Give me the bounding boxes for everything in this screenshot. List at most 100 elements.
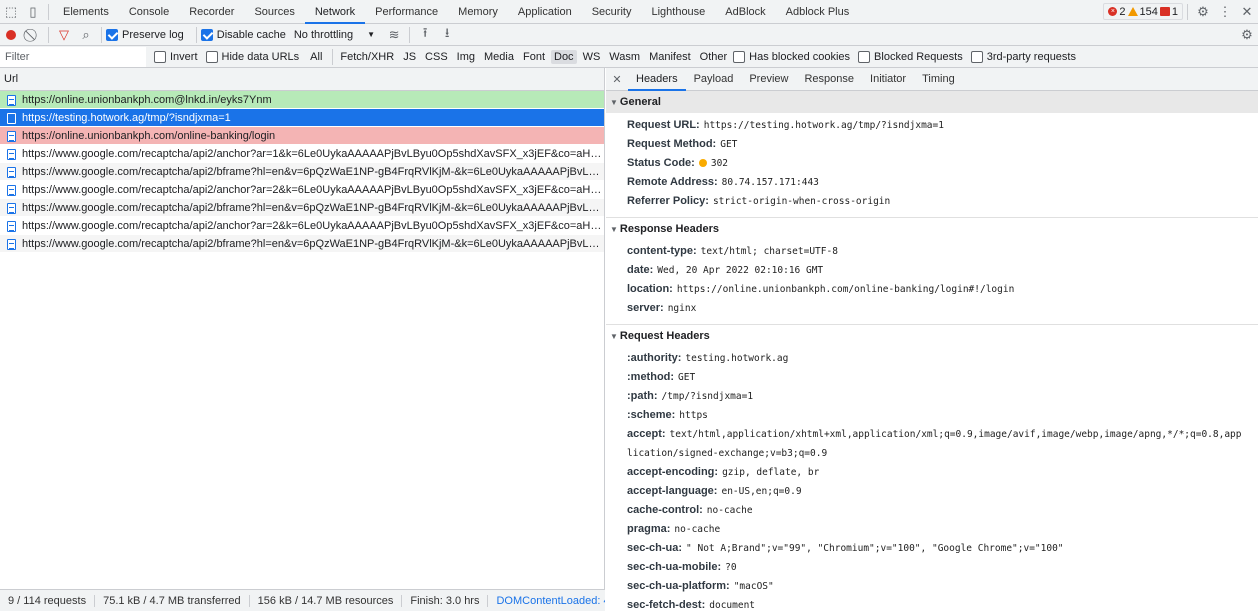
document-icon	[7, 185, 16, 196]
third-party-requests-checkbox[interactable]: 3rd-party requests	[970, 50, 1076, 63]
has-blocked-cookies-label: Has blocked cookies	[749, 50, 851, 63]
clear-icon[interactable]: ⃠	[22, 24, 44, 46]
tab-sources[interactable]: Sources	[244, 0, 304, 24]
tab-security[interactable]: Security	[582, 0, 642, 24]
section-general-header[interactable]: ▼ General	[606, 91, 1258, 113]
request-row[interactable]: https://www.google.com/recaptcha/api2/an…	[0, 181, 604, 199]
header-value: https://online.unionbankph.com/online-ba…	[676, 284, 1015, 295]
column-header-url[interactable]: Url	[0, 68, 604, 91]
header-value: "macOS"	[733, 581, 774, 592]
tab-performance[interactable]: Performance	[365, 0, 448, 24]
header-value: ?0	[725, 562, 737, 573]
network-conditions-icon[interactable]: ≋	[383, 24, 405, 46]
filter-type-media[interactable]: Media	[481, 50, 517, 64]
close-icon[interactable]: ✕	[1236, 1, 1258, 23]
request-row[interactable]: https://www.google.com/recaptcha/api2/an…	[0, 217, 604, 235]
request-row[interactable]: https://testing.hotwork.ag/tmp/?isndjxma…	[0, 109, 604, 127]
invert-checkbox[interactable]: Invert	[154, 50, 198, 63]
section-request-headers-header[interactable]: ▼ Request Headers	[606, 324, 1258, 346]
request-row[interactable]: https://www.google.com/recaptcha/api2/bf…	[0, 199, 604, 217]
gear-icon[interactable]: ⚙	[1192, 1, 1214, 23]
section-request-headers: :authority: testing.hotwork.ag :method: GE…	[606, 346, 1258, 611]
header-value: testing.hotwork.ag	[685, 353, 789, 364]
error-icon: ×	[1108, 7, 1118, 16]
filter-type-img[interactable]: Img	[454, 50, 478, 64]
tab-console[interactable]: Console	[119, 0, 179, 24]
document-icon	[7, 221, 16, 232]
section-title: General	[619, 96, 661, 108]
export-har-icon[interactable]: ⭳	[436, 24, 458, 46]
preserve-log-checkbox[interactable]: Preserve log	[106, 28, 184, 41]
hide-data-urls-checkbox[interactable]: Hide data URLs	[205, 50, 299, 63]
search-icon[interactable]: ⌕	[75, 24, 97, 46]
disable-cache-label: Disable cache	[216, 28, 286, 41]
device-toolbar-icon[interactable]: ▯	[22, 1, 44, 23]
tab-adblock[interactable]: AdBlock	[715, 0, 775, 24]
tab-application[interactable]: Application	[508, 0, 582, 24]
tab-timing[interactable]: Timing	[914, 68, 963, 91]
header-key: sec-fetch-dest:	[627, 599, 706, 611]
tab-initiator[interactable]: Initiator	[862, 68, 914, 91]
filter-type-manifest[interactable]: Manifest	[646, 50, 694, 64]
tab-preview[interactable]: Preview	[741, 68, 796, 91]
filter-type-other[interactable]: Other	[697, 50, 731, 64]
request-row[interactable]: https://www.google.com/recaptcha/api2/bf…	[0, 235, 604, 253]
filter-type-wasm[interactable]: Wasm	[606, 50, 643, 64]
issues-counter[interactable]: × 2 154 1	[1103, 3, 1183, 20]
tab-elements[interactable]: Elements	[53, 0, 119, 24]
filter-type-all[interactable]: All	[307, 50, 325, 64]
tab-adblock-plus[interactable]: Adblock Plus	[776, 0, 860, 24]
filter-icon[interactable]: ▽	[53, 24, 75, 46]
request-row[interactable]: https://www.google.com/recaptcha/api2/an…	[0, 145, 604, 163]
filter-type-font[interactable]: Font	[520, 50, 548, 64]
filter-type-doc[interactable]: Doc	[551, 49, 577, 64]
throttling-select[interactable]: No throttling ▼	[294, 29, 375, 41]
record-icon[interactable]	[0, 24, 22, 46]
document-icon	[7, 167, 16, 178]
request-row[interactable]: https://online.unionbankph.com@lnkd.in/e…	[0, 91, 604, 109]
import-har-icon[interactable]: ⭱	[414, 24, 436, 46]
has-blocked-cookies-checkbox[interactable]: Has blocked cookies	[733, 50, 851, 63]
close-icon[interactable]: ✕	[606, 68, 628, 90]
header-row: pragma: no-cache	[606, 520, 1258, 539]
filter-input[interactable]	[0, 46, 146, 67]
blocked-requests-checkbox[interactable]: Blocked Requests	[858, 50, 963, 63]
checkbox-icon	[106, 28, 118, 41]
document-icon	[7, 131, 16, 142]
request-row[interactable]: https://www.google.com/recaptcha/api2/bf…	[0, 163, 604, 181]
header-value: nginx	[667, 303, 697, 314]
request-row[interactable]: https://online.unionbankph.com/online-ba…	[0, 127, 604, 145]
tab-headers[interactable]: Headers	[628, 68, 686, 91]
status-transferred: 75.1 kB / 4.7 MB transferred	[95, 594, 250, 607]
request-url: https://www.google.com/recaptcha/api2/an…	[22, 184, 604, 196]
filter-type-js[interactable]: JS	[400, 50, 419, 64]
inspect-element-icon[interactable]: ⬚	[0, 1, 22, 23]
detail-tabbar: ✕ Headers Payload Preview Response Initi…	[606, 68, 1258, 91]
separator	[48, 26, 49, 43]
document-icon	[7, 203, 16, 214]
filter-type-fetch-xhr[interactable]: Fetch/XHR	[337, 50, 397, 64]
header-row: content-type: text/html; charset=UTF-8	[606, 242, 1258, 261]
tab-memory[interactable]: Memory	[448, 0, 508, 24]
header-value: strict-origin-when-cross-origin	[712, 196, 891, 207]
section-general: Request URL: https://testing.hotwork.ag/t…	[606, 113, 1258, 217]
blocked-requests-label: Blocked Requests	[874, 50, 963, 63]
filter-type-ws[interactable]: WS	[580, 50, 604, 64]
filter-type-css[interactable]: CSS	[422, 50, 451, 64]
header-row: :scheme: https	[606, 406, 1258, 425]
status-request-count: 9 / 114 requests	[0, 594, 96, 607]
document-icon	[7, 239, 16, 250]
more-options-icon[interactable]: ⋮	[1214, 1, 1236, 23]
disable-cache-checkbox[interactable]: Disable cache	[200, 28, 286, 41]
tab-lighthouse[interactable]: Lighthouse	[641, 0, 715, 24]
tab-payload[interactable]: Payload	[686, 68, 742, 91]
section-response-headers-header[interactable]: ▼ Response Headers	[606, 217, 1258, 239]
tab-response[interactable]: Response	[796, 68, 862, 91]
tab-network[interactable]: Network	[304, 0, 366, 24]
header-row: :authority: testing.hotwork.ag	[606, 349, 1258, 368]
preserve-log-label: Preserve log	[122, 28, 184, 41]
header-value: no-cache	[674, 524, 721, 535]
request-url: https://online.unionbankph.com@lnkd.in/e…	[22, 94, 272, 106]
network-settings-gear-icon[interactable]: ⚙	[1236, 24, 1258, 46]
tab-recorder[interactable]: Recorder	[179, 0, 244, 24]
